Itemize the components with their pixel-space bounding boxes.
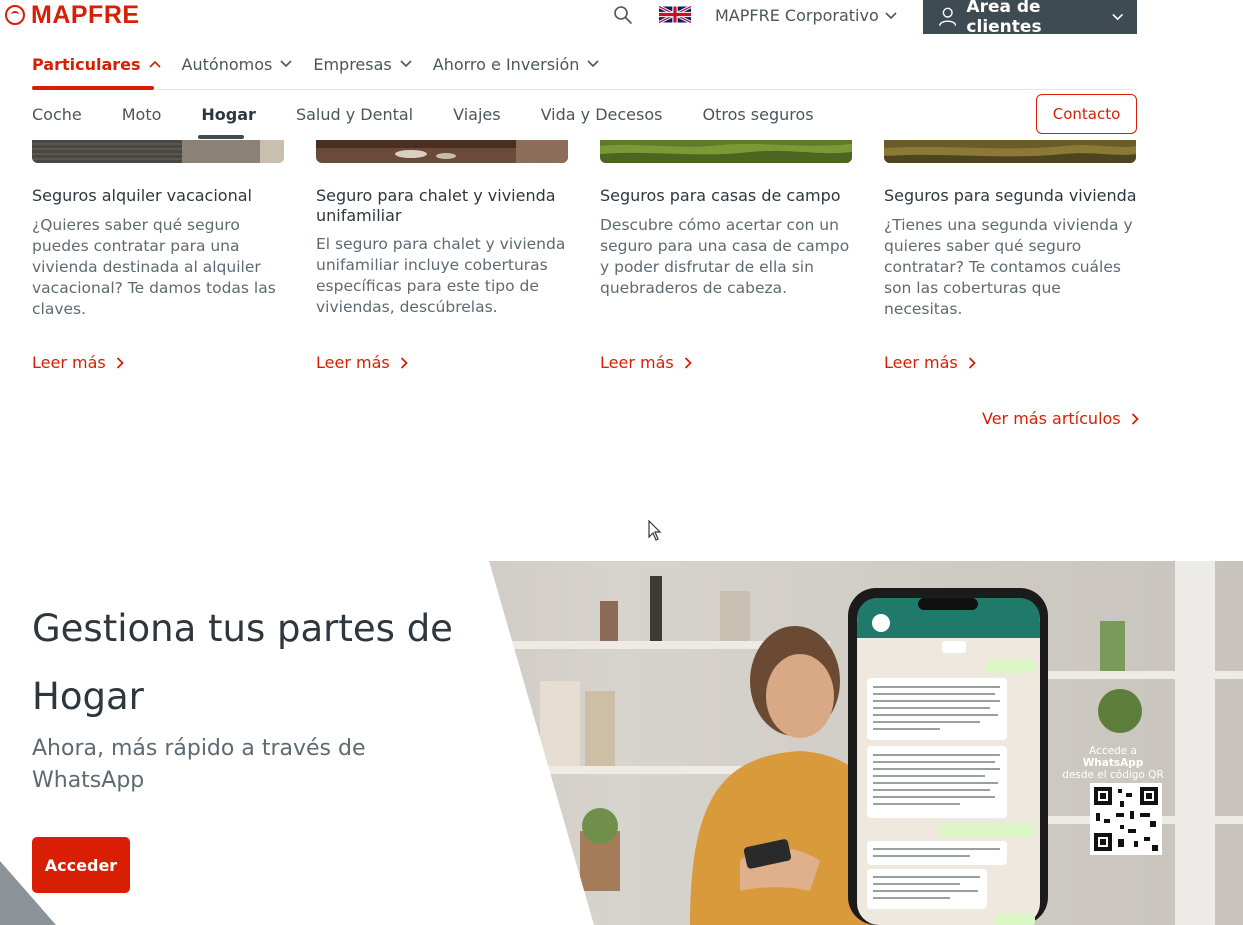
read-more-label: Leer más (884, 353, 958, 372)
article-description: ¿Tienes una segunda vivienda y quieres s… (884, 216, 1133, 318)
read-more-link[interactable]: Leer más (600, 353, 692, 372)
nav-label: Autónomos (181, 54, 273, 74)
read-more-label: Leer más (316, 353, 390, 372)
subnav-item-moto[interactable]: Moto (122, 105, 162, 127)
article-title[interactable]: Seguros alquiler vacacional (32, 186, 287, 206)
brand-name: MAPFRE (31, 1, 140, 29)
read-more-label: Leer más (32, 353, 106, 372)
access-button[interactable]: Acceder (32, 837, 130, 893)
chevron-right-icon (684, 356, 692, 369)
corporate-label: MAPFRE Corporativo (715, 6, 879, 25)
chevron-down-icon (400, 60, 412, 68)
article-image[interactable] (600, 140, 852, 163)
article-image[interactable] (316, 140, 568, 163)
nav-divider (32, 89, 1137, 90)
qr-caption: Accede a WhatsApp desde el código QR (1060, 745, 1166, 781)
more-articles-link[interactable]: Ver más artículos (982, 409, 1139, 428)
read-more-link[interactable]: Leer más (32, 353, 124, 372)
article-description: El seguro para chalet y vivienda unifami… (316, 235, 566, 316)
qr-caption-suffix: desde el código QR (1062, 769, 1164, 781)
more-articles-label: Ver más artículos (982, 409, 1121, 428)
subnav-item-otros-seguros[interactable]: Otros seguros (702, 105, 813, 127)
active-nav-indicator (32, 86, 154, 90)
article-image[interactable] (884, 140, 1136, 163)
subnav-item-salud-dental[interactable]: Salud y Dental (296, 105, 413, 127)
contact-button[interactable]: Contacto (1036, 94, 1137, 134)
nav-item-empresas[interactable]: Empresas (313, 53, 412, 75)
client-area-button[interactable]: Área de clientes (923, 0, 1137, 37)
article-title[interactable]: Seguros para segunda vivienda (884, 186, 1139, 206)
article-image[interactable] (32, 140, 284, 163)
promo-title: Gestiona tus partes de Hogar (32, 607, 453, 718)
chevron-right-icon (968, 356, 976, 369)
qr-caption-brand: WhatsApp (1082, 757, 1144, 769)
promo-subtitle: Ahora, más rápido a través de WhatsApp (32, 736, 366, 793)
user-icon (939, 7, 957, 26)
subnav-item-hogar[interactable]: Hogar (201, 105, 256, 127)
chevron-right-icon (116, 356, 124, 369)
nav-item-ahorro-inversion[interactable]: Ahorro e Inversión (433, 53, 600, 75)
nav-label: Empresas (313, 54, 392, 74)
qr-caption-prefix: Accede a (1089, 745, 1137, 757)
article-title[interactable]: Seguros para casas de campo (600, 186, 855, 206)
subnav-item-viajes[interactable]: Viajes (453, 105, 500, 127)
chevron-down-icon (1111, 13, 1123, 21)
read-more-link[interactable]: Leer más (884, 353, 976, 372)
mapfre-logo[interactable]: MAPFRE (5, 2, 140, 28)
nav-label: Ahorro e Inversión (432, 54, 580, 74)
nav-item-autonomos[interactable]: Autónomos (182, 53, 293, 75)
chevron-down-icon (280, 60, 292, 68)
chevron-up-icon (148, 60, 161, 68)
article-description: ¿Quieres saber qué seguro puedes contrat… (32, 216, 276, 318)
chevron-down-icon (587, 60, 599, 68)
client-area-label: Área de clientes (966, 0, 1042, 37)
nav-label: Particulares (32, 54, 141, 74)
chevron-right-icon (400, 356, 408, 369)
chevron-down-icon (885, 11, 897, 19)
chevron-right-icon (1131, 412, 1139, 425)
secondary-nav: Coche Moto Hogar Salud y Dental Viajes V… (32, 105, 854, 127)
corporate-dropdown[interactable]: MAPFRE Corporativo (715, 6, 897, 25)
search-icon[interactable] (613, 5, 633, 25)
mapfre-emblem-icon (5, 5, 25, 25)
subnav-item-vida-decesos[interactable]: Vida y Decesos (541, 105, 663, 127)
read-more-link[interactable]: Leer más (316, 353, 408, 372)
article-title[interactable]: Seguro para chalet y vivienda unifamilia… (316, 186, 571, 226)
read-more-label: Leer más (600, 353, 674, 372)
primary-nav: Particulares Autónomos Empresas Ahorro e… (32, 53, 620, 75)
active-subnav-indicator (198, 135, 244, 139)
mouse-cursor-icon (648, 520, 662, 541)
uk-flag-icon[interactable] (659, 6, 691, 23)
article-description: Descubre cómo acertar con un seguro para… (600, 216, 850, 297)
subnav-item-coche[interactable]: Coche (32, 105, 82, 127)
nav-item-particulares[interactable]: Particulares (32, 53, 161, 75)
